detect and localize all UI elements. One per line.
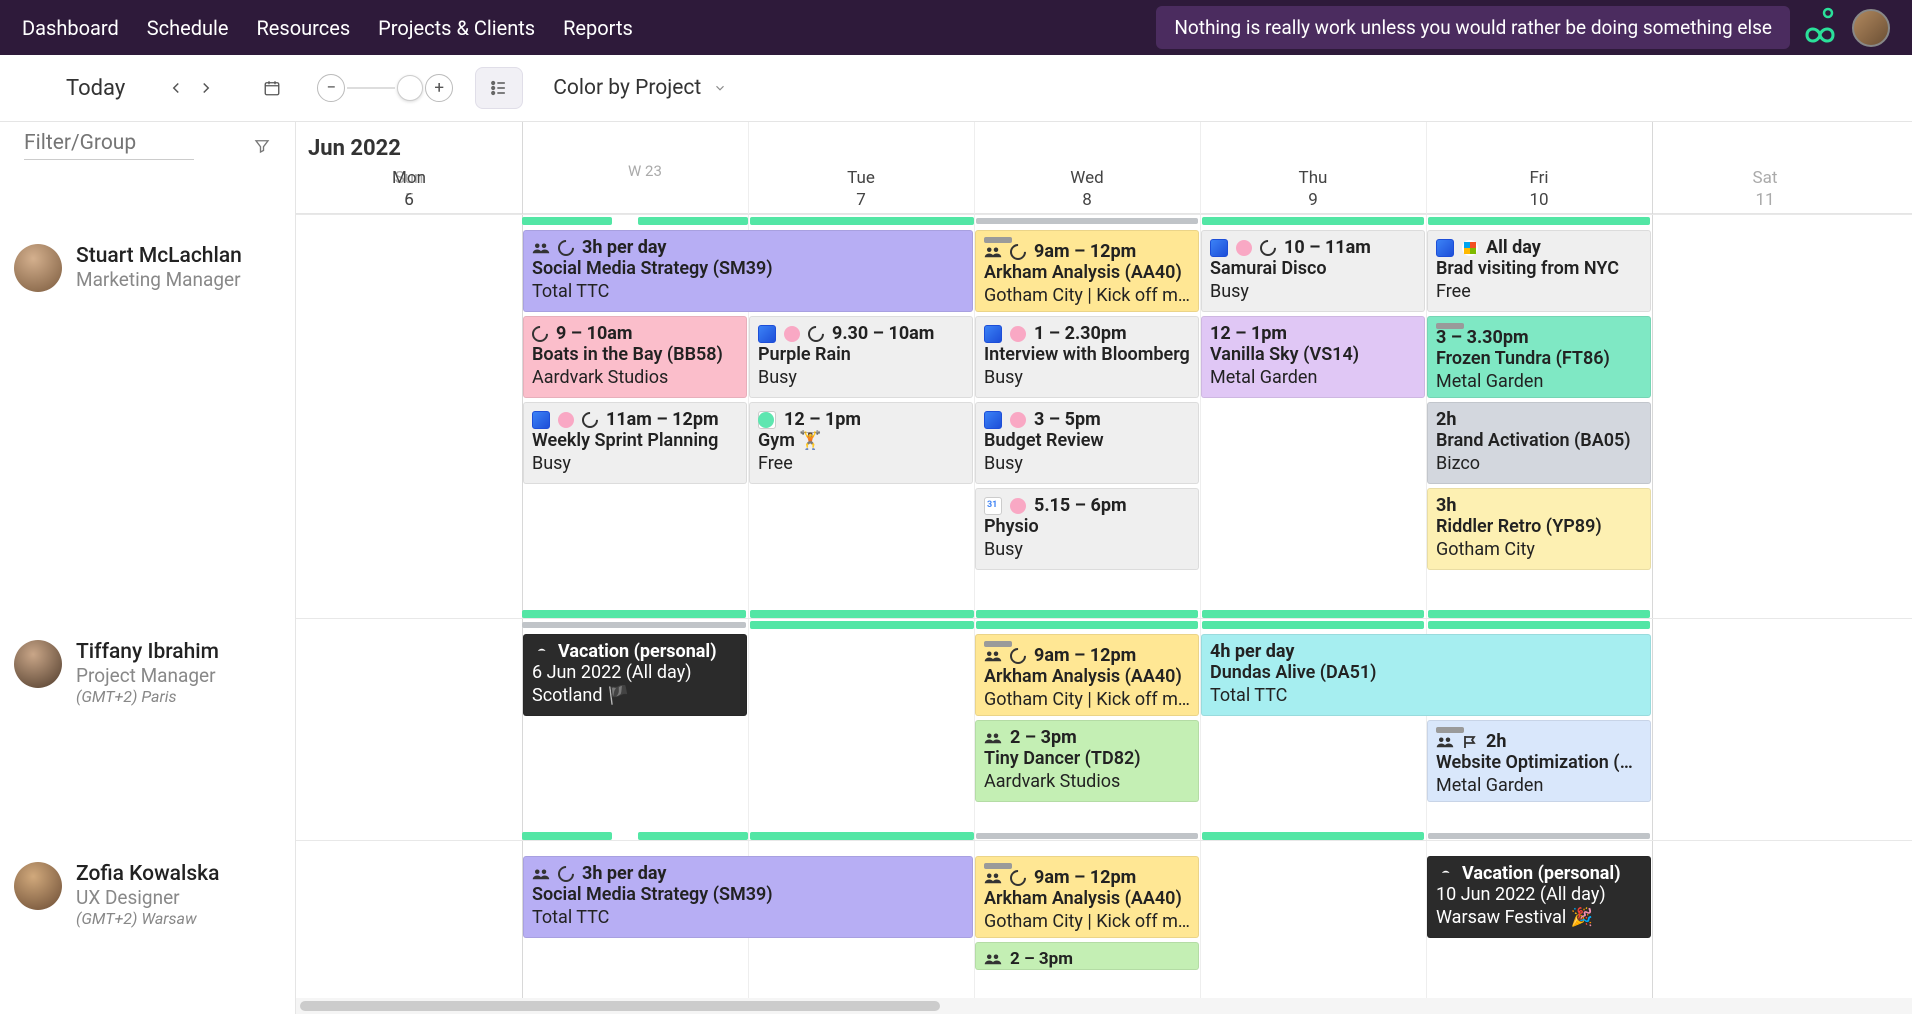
outlook-icon bbox=[532, 411, 550, 429]
event-gym[interactable]: 12 – 1pm Gym 🏋️ Free bbox=[749, 402, 973, 484]
chevron-down-icon bbox=[713, 81, 727, 95]
event-arkham-tiffany[interactable]: 9am – 12pm Arkham Analysis (AA40) Gotham… bbox=[975, 634, 1199, 716]
recurring-icon bbox=[1010, 648, 1026, 664]
group-icon bbox=[984, 649, 1002, 663]
color-dot-icon bbox=[1010, 326, 1026, 342]
topbar: Dashboard Schedule Resources Projects & … bbox=[0, 0, 1912, 55]
event-sprint[interactable]: 11am – 12pm Weekly Sprint Planning Busy bbox=[523, 402, 747, 484]
outlook-icon bbox=[984, 325, 1002, 343]
event-sm39-zofia[interactable]: 3h per day Social Media Strategy (SM39) … bbox=[523, 856, 973, 938]
nav-dashboard[interactable]: Dashboard bbox=[22, 2, 119, 54]
month-header: Jun 2022 bbox=[308, 136, 401, 161]
outlook-icon bbox=[1210, 239, 1228, 257]
next-button[interactable] bbox=[191, 73, 221, 103]
event-frozen[interactable]: 3 – 3.30pm Frozen Tundra (FT86) Metal Ga… bbox=[1427, 316, 1651, 398]
user-avatar[interactable] bbox=[1852, 9, 1890, 47]
lane-zofia: 3h per day Social Media Strategy (SM39) … bbox=[296, 840, 1912, 1000]
event-td-zofia[interactable]: 2 – 3pm bbox=[975, 942, 1199, 970]
main-nav: Dashboard Schedule Resources Projects & … bbox=[22, 2, 633, 54]
zoom-out-button[interactable]: − bbox=[317, 74, 345, 102]
gcal-icon bbox=[984, 497, 1002, 515]
event-samurai[interactable]: 10 – 11am Samurai Disco Busy bbox=[1201, 230, 1425, 312]
outlook-icon bbox=[1436, 239, 1454, 257]
toolbar: Today − + Color by Project bbox=[0, 55, 1912, 122]
event-website-opt[interactable]: 2h Website Optimization (WO1 Metal Garde… bbox=[1427, 720, 1651, 802]
event-brad[interactable]: All day Brad visiting from NYC Free bbox=[1427, 230, 1651, 312]
event-brand[interactable]: 2h Brand Activation (BA05) Bizco bbox=[1427, 402, 1651, 484]
group-icon bbox=[1436, 735, 1454, 749]
nav-schedule[interactable]: Schedule bbox=[147, 2, 229, 54]
event-arkham-zofia[interactable]: 9am – 12pm Arkham Analysis (AA40) Gotham… bbox=[975, 856, 1199, 938]
vacation-icon bbox=[532, 644, 550, 660]
recurring-icon bbox=[808, 326, 824, 342]
event-budget[interactable]: 3 – 5pm Budget Review Busy bbox=[975, 402, 1199, 484]
event-vacation-zofia[interactable]: Vacation (personal) 10 Jun 2022 (All day… bbox=[1427, 856, 1651, 938]
group-icon bbox=[984, 952, 1002, 966]
group-icon bbox=[984, 245, 1002, 259]
person-row-zofia[interactable]: Zofia KowalskaUX Designer(GMT+2) Warsaw bbox=[0, 846, 295, 944]
quote-banner: Nothing is really work unless you would … bbox=[1156, 6, 1790, 49]
group-icon bbox=[532, 867, 550, 881]
color-dot-icon bbox=[1462, 240, 1478, 256]
color-dot-icon bbox=[758, 412, 774, 428]
flag-icon bbox=[1462, 734, 1478, 750]
vacation-icon bbox=[1436, 866, 1454, 882]
event-vacation-tiffany[interactable]: Vacation (personal) 6 Jun 2022 (All day)… bbox=[523, 634, 747, 716]
schedule-grid[interactable]: Jun 2022 W 23 Sun5 Mon6 Tue7 Wed8 Thu9 F… bbox=[296, 122, 1912, 1014]
outlook-icon bbox=[984, 411, 1002, 429]
event-boats[interactable]: 9 – 10am Boats in the Bay (BB58) Aardvar… bbox=[523, 316, 747, 398]
list-view-toggle[interactable] bbox=[475, 67, 523, 109]
color-dot-icon bbox=[1236, 240, 1252, 256]
recurring-icon bbox=[1010, 244, 1026, 260]
color-by-dropdown[interactable]: Color by Project bbox=[553, 76, 727, 100]
lane-stuart: 3h per day Social Media Strategy (SM39) … bbox=[296, 214, 1912, 618]
event-riddler[interactable]: 3h Riddler Retro (YP89) Gotham City bbox=[1427, 488, 1651, 570]
event-vanilla[interactable]: 12 – 1pm Vanilla Sky (VS14) Metal Garden bbox=[1201, 316, 1425, 398]
event-bloomberg[interactable]: 1 – 2.30pm Interview with Bloomberg Busy bbox=[975, 316, 1199, 398]
recurring-icon bbox=[532, 326, 548, 342]
nav-resources[interactable]: Resources bbox=[256, 2, 350, 54]
event-dundas[interactable]: 4h per day Dundas Alive (DA51) Total TTC bbox=[1201, 634, 1651, 716]
group-icon bbox=[984, 731, 1002, 745]
nav-projects-clients[interactable]: Projects & Clients bbox=[378, 2, 535, 54]
today-button[interactable]: Today bbox=[66, 76, 125, 101]
prev-button[interactable] bbox=[161, 73, 191, 103]
nav-reports[interactable]: Reports bbox=[563, 2, 633, 54]
event-tiny-dancer[interactable]: 2 – 3pm Tiny Dancer (TD82) Aardvark Stud… bbox=[975, 720, 1199, 802]
group-icon bbox=[532, 241, 550, 255]
zoom-slider-knob[interactable] bbox=[397, 75, 423, 101]
event-purple-rain[interactable]: 9.30 – 10am Purple Rain Busy bbox=[749, 316, 973, 398]
filter-input[interactable] bbox=[24, 131, 194, 160]
recurring-icon bbox=[582, 412, 598, 428]
filter-icon[interactable] bbox=[253, 137, 271, 155]
color-dot-icon bbox=[1010, 498, 1026, 514]
recurring-icon bbox=[1260, 240, 1276, 256]
color-dot-icon bbox=[1010, 412, 1026, 428]
event-arkham-stuart[interactable]: 9am – 12pm Arkham Analysis (AA40) Gotham… bbox=[975, 230, 1199, 312]
outlook-icon bbox=[758, 325, 776, 343]
event-physio[interactable]: 5.15 – 6pm Physio Busy bbox=[975, 488, 1199, 570]
color-dot-icon bbox=[558, 412, 574, 428]
person-row-stuart[interactable]: Stuart McLachlanMarketing Manager bbox=[0, 228, 295, 624]
person-row-tiffany[interactable]: Tiffany IbrahimProject Manager(GMT+2) Pa… bbox=[0, 624, 295, 846]
color-dot-icon bbox=[784, 326, 800, 342]
recurring-icon bbox=[1010, 870, 1026, 886]
zoom-in-button[interactable]: + bbox=[425, 74, 453, 102]
horizontal-scrollbar[interactable] bbox=[296, 998, 1912, 1014]
recurring-icon bbox=[558, 866, 574, 882]
calendar-icon[interactable] bbox=[257, 73, 287, 103]
group-icon bbox=[984, 871, 1002, 885]
brand-logo[interactable] bbox=[1804, 7, 1836, 48]
lane-tiffany: Vacation (personal) 6 Jun 2022 (All day)… bbox=[296, 618, 1912, 840]
event-sm39-stuart[interactable]: 3h per day Social Media Strategy (SM39) … bbox=[523, 230, 973, 312]
recurring-icon bbox=[558, 240, 574, 256]
people-sidebar: Stuart McLachlanMarketing Manager Tiffan… bbox=[0, 122, 296, 1014]
